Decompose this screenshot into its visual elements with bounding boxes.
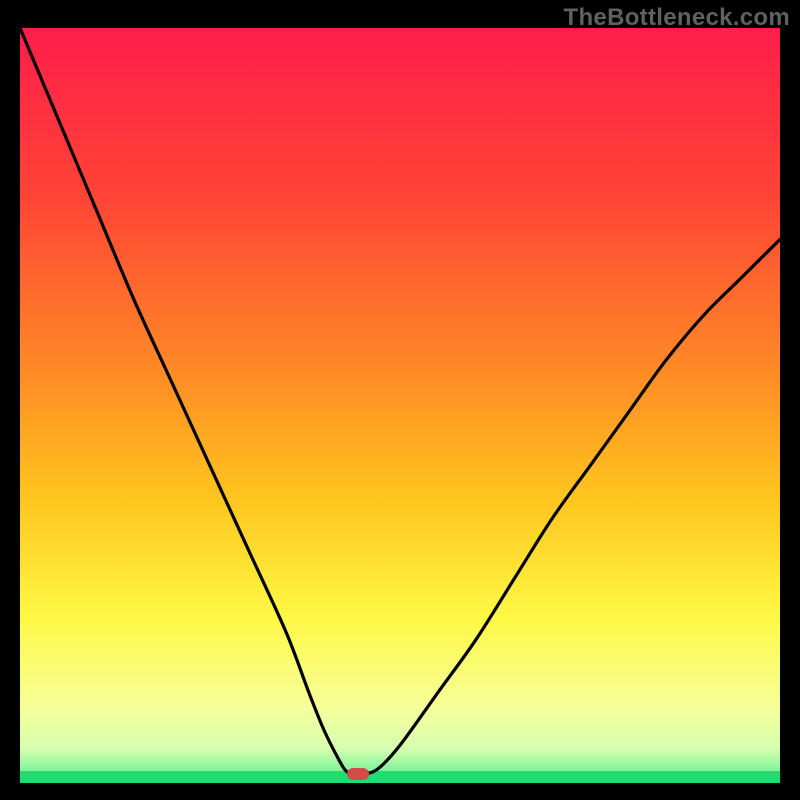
- watermark-text: TheBottleneck.com: [564, 4, 790, 32]
- chart-frame: TheBottleneck.com: [0, 0, 800, 800]
- plot-area: [20, 28, 780, 783]
- optimal-marker: [347, 768, 369, 780]
- bottleneck-curve: [20, 28, 780, 783]
